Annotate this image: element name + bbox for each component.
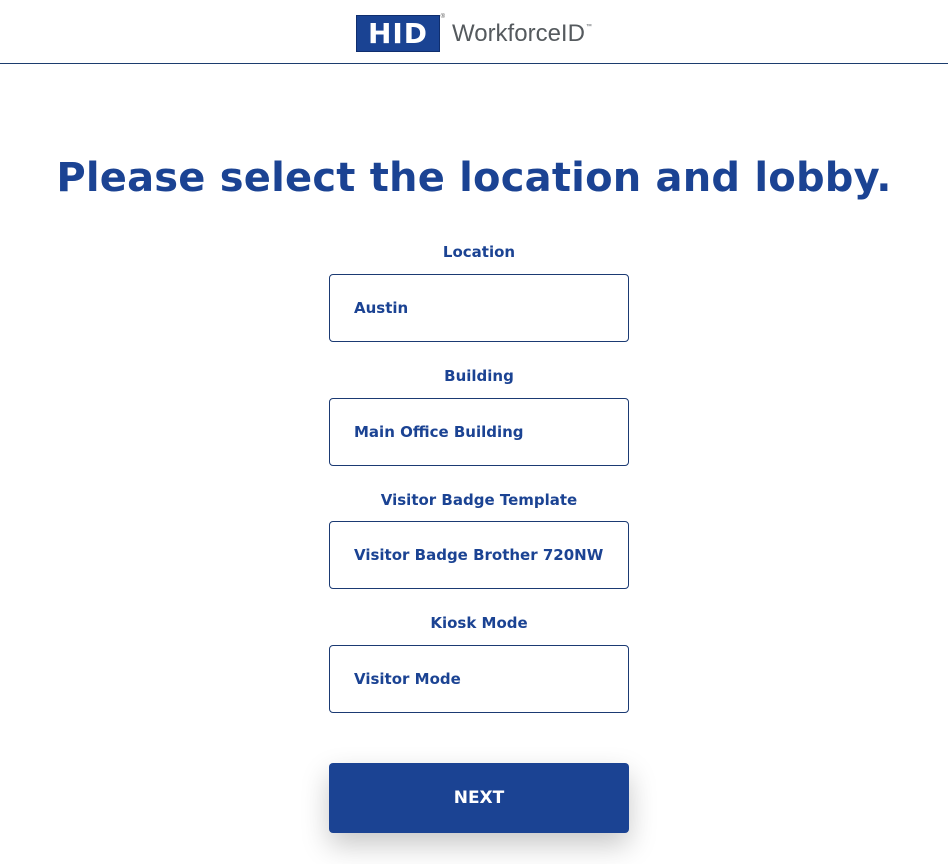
location-label: Location [442,243,516,261]
product-name-text: WorkforceID [452,19,585,47]
location-select[interactable]: Austin [329,274,629,342]
next-button[interactable]: NEXT [329,763,629,833]
building-select[interactable]: Main Office Building [329,398,629,466]
hid-logo-mark: HID ® [356,14,445,52]
page-title: Please select the location and lobby. [56,155,892,201]
registered-mark: ® [440,14,445,20]
visitor-badge-template-label: Visitor Badge Template [380,491,578,509]
kiosk-mode-value: Visitor Mode [354,670,461,688]
kiosk-mode-select[interactable]: Visitor Mode [329,645,629,713]
hid-workforceid-logo: HID ® WorkforceID™ [356,14,592,52]
location-value: Austin [354,299,409,317]
trademark-mark: ™ [585,23,592,30]
building-value: Main Office Building [354,423,524,441]
hid-logo-text: HID [367,16,429,50]
kiosk-mode-label: Kiosk Mode [430,614,528,632]
visitor-badge-template-select[interactable]: Visitor Badge Brother 720NW B&W [329,521,629,589]
visitor-badge-template-value: Visitor Badge Brother 720NW B&W [354,546,604,564]
app-header: HID ® WorkforceID™ [0,0,948,64]
product-name: WorkforceID™ [452,20,592,48]
building-label: Building [444,367,514,385]
